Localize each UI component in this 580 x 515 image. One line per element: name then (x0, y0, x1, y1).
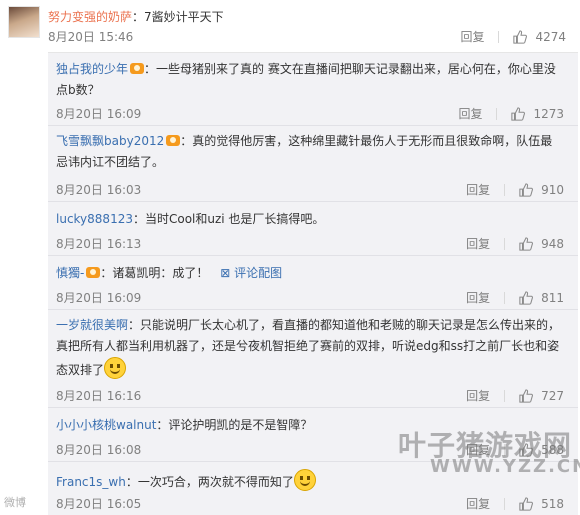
reply-item: 独占我的少年 ：一些母猪别来了真的 赛文在直播间把聊天记录翻出来，居心何在，你心里… (48, 53, 578, 126)
site-watermark-url: WWW.YZZ.CN (430, 456, 580, 477)
reply-button[interactable]: 回复 (466, 387, 490, 404)
reply-text: ：只能说明厂长太心机了，看直播的都知道他和老贼的聊天记录是怎么传出来的，真把所有… (56, 318, 561, 377)
comment-actions: 回复 4274 (460, 28, 566, 45)
username[interactable]: lucky888123 (56, 212, 133, 226)
reply-actions: 回复 727 (466, 387, 564, 404)
comment-text: ：7酱妙计平天下 (132, 10, 224, 24)
timestamp: 8月20日 16:05 (56, 497, 142, 511)
reply-body: 飞雪飘飘baby2012 ：真的觉得他厉害，这种绵里藏针最伤人于无形而且很致命啊，… (56, 131, 564, 173)
top-comment-line: 努力变强的奶萨：7酱妙计平天下 (48, 8, 224, 25)
username[interactable]: 一岁就很美啊 (56, 318, 128, 332)
avatar[interactable] (8, 6, 40, 38)
reply-text: ：一次巧合，两次就不得而知了 (125, 475, 294, 489)
divider (504, 497, 506, 510)
reply-item: lucky888123：当时Cool和uzi 也是厂长搞得吧。 8月20日 16… (48, 201, 578, 256)
username[interactable]: 飞雪飘飘baby2012 (56, 134, 164, 148)
comment-image-link[interactable]: ⊠ 评论配图 (220, 266, 282, 280)
reply-body: lucky888123：当时Cool和uzi 也是厂长搞得吧。 (56, 209, 564, 230)
reply-body: 独占我的少年 ：一些母猪别来了真的 赛文在直播间把聊天记录翻出来，居心何在，你心里… (56, 59, 564, 101)
thumbs-up-icon (511, 106, 526, 121)
vip-badge-icon (130, 63, 145, 74)
like-count: 1273 (533, 106, 564, 121)
thumbs-up-icon (519, 182, 534, 197)
reply-button[interactable]: 回复 (466, 235, 490, 252)
timestamp: 8月20日 16:09 (56, 107, 142, 121)
reply-button[interactable]: 回复 (466, 181, 490, 198)
timestamp: 8月20日 16:08 (56, 443, 142, 457)
like-button[interactable]: 4274 (513, 30, 566, 44)
divider (498, 30, 500, 43)
username[interactable]: 小小小核桃walnut (56, 418, 156, 432)
like-count: 811 (541, 290, 564, 305)
reply-button[interactable]: 回复 (460, 28, 484, 45)
timestamp: 8月20日 16:13 (56, 237, 142, 251)
like-button[interactable]: 727 (519, 389, 564, 403)
like-count: 727 (541, 388, 564, 403)
reply-actions: 回复 948 (466, 235, 564, 252)
reply-button[interactable]: 回复 (466, 289, 490, 306)
reply-item: 慎獨- ：诸葛凯明：成了！ ⊠ 评论配图 8月20日 16:09 回复 811 (48, 255, 578, 310)
divider (504, 389, 506, 402)
top-comment: 努力变强的奶萨：7酱妙计平天下 8月20日 15:46 回复 4274 (0, 0, 580, 52)
smiley-emoji-icon (104, 357, 127, 379)
like-count: 4274 (535, 29, 566, 44)
thumbs-up-icon (519, 496, 534, 511)
like-button[interactable]: 1273 (511, 107, 564, 121)
thumbs-up-icon (519, 388, 534, 403)
reply-actions: 回复 1273 (458, 105, 564, 122)
timestamp: 8月20日 16:09 (56, 291, 142, 305)
reply-button[interactable]: 回复 (466, 495, 490, 512)
like-count: 948 (541, 236, 564, 251)
reply-item: 一岁就很美啊：只能说明厂长太心机了，看直播的都知道他和老贼的聊天记录是怎么传出来… (48, 309, 578, 408)
like-button[interactable]: 811 (519, 291, 564, 305)
like-button[interactable]: 518 (519, 497, 564, 511)
like-button[interactable]: 910 (519, 183, 564, 197)
reply-item: 飞雪飘飘baby2012 ：真的觉得他厉害，这种绵里藏针最伤人于无形而且很致命啊，… (48, 125, 578, 202)
divider (496, 107, 498, 120)
image-icon: ⊠ (220, 266, 235, 280)
reply-text: ：当时Cool和uzi 也是厂长搞得吧。 (132, 212, 325, 226)
reply-button[interactable]: 回复 (458, 105, 482, 122)
thumbs-up-icon (519, 290, 534, 305)
thumbs-up-icon (513, 29, 528, 44)
smiley-emoji-icon (293, 469, 316, 491)
reply-text: ：诸葛凯明：成了！ (100, 266, 209, 280)
divider (504, 237, 506, 250)
timestamp: 8月20日 16:16 (56, 389, 142, 403)
like-button[interactable]: 948 (519, 237, 564, 251)
timestamp: 8月20日 15:46 (48, 30, 134, 44)
divider (504, 183, 506, 196)
reply-body: 一岁就很美啊：只能说明厂长太心机了，看直播的都知道他和老贼的聊天记录是怎么传出来… (56, 315, 564, 381)
vip-badge-icon (86, 267, 101, 278)
reply-actions: 回复 811 (466, 289, 564, 306)
divider (504, 291, 506, 304)
reply-text: ：评论护明凯的是不是智障？ (156, 418, 313, 432)
username[interactable]: 独占我的少年 (56, 62, 128, 76)
vip-badge-icon (166, 135, 181, 146)
like-count: 518 (541, 496, 564, 511)
timestamp: 8月20日 16:03 (56, 183, 142, 197)
username[interactable]: 慎獨- (56, 266, 84, 280)
username[interactable]: Franc1s_wh (56, 475, 126, 489)
reply-body: 慎獨- ：诸葛凯明：成了！ ⊠ 评论配图 (56, 263, 564, 284)
weibo-watermark: 微博 (4, 496, 26, 509)
username[interactable]: 努力变强的奶萨 (48, 10, 132, 24)
comment-image-label: 评论配图 (234, 266, 283, 280)
like-count: 910 (541, 182, 564, 197)
reply-actions: 回复 518 (466, 495, 564, 512)
reply-actions: 回复 910 (466, 181, 564, 198)
thumbs-up-icon (519, 236, 534, 251)
